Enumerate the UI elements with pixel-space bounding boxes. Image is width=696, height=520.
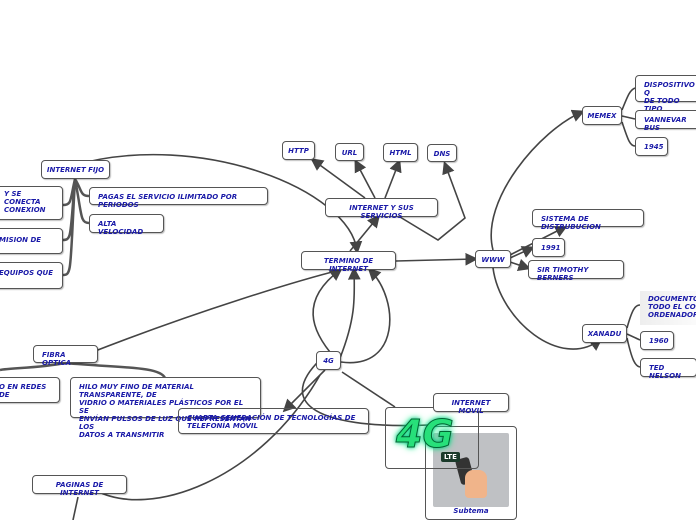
- node-cuarta-generacion[interactable]: CUARTA GENERACIÓN DE TECNOLOGÍAS DE TELE…: [178, 408, 369, 434]
- node-http[interactable]: HTTP: [282, 141, 315, 160]
- lte-badge: LTE: [441, 452, 460, 462]
- node-xanadu[interactable]: XANADU: [582, 324, 627, 343]
- hand-icon: [465, 470, 487, 498]
- node-dispositivo[interactable]: DISPOSITIVO Q DE TODO TIPO: [635, 75, 696, 113]
- node-fijo-detail-3[interactable]: EQUIPOS QUE: [0, 262, 63, 289]
- node-alta-velocidad[interactable]: ALTA VELOCIDAD: [89, 214, 164, 236]
- node-vannevar[interactable]: VANNEVAR BUS: [635, 110, 696, 132]
- subtema-label: Subtema: [453, 507, 489, 515]
- node-fijo-detail-1[interactable]: Y SE CONECTA CONEXION: [0, 186, 63, 220]
- node-fijo-detail-2[interactable]: MISION DE: [0, 228, 63, 254]
- node-dns[interactable]: DNS: [427, 144, 457, 162]
- node-1991[interactable]: 1991: [532, 238, 565, 257]
- node-ted-nelson[interactable]: TED NELSON: [640, 358, 696, 380]
- node-timothy-berners[interactable]: SIR TIMOTHY BERNERS: [528, 260, 624, 282]
- node-1960[interactable]: 1960: [640, 331, 674, 350]
- node-termino-de-internet[interactable]: TERMINO DE INTERNET: [301, 251, 396, 273]
- node-paginas-de-internet[interactable]: PAGINAS DE INTERNET: [32, 475, 127, 497]
- node-www[interactable]: WWW: [475, 250, 511, 268]
- node-internet-fijo[interactable]: INTERNET FIJO: [41, 160, 110, 179]
- node-4g[interactable]: 4G: [316, 351, 341, 370]
- node-html[interactable]: HTML: [383, 143, 418, 162]
- node-internet-y-sus-servicios[interactable]: INTERNET Y SUS SERVICIOS: [325, 198, 438, 220]
- node-fibra-detail[interactable]: O EN REDES DE: [0, 377, 60, 403]
- node-1945[interactable]: 1945: [635, 137, 668, 156]
- node-pagas-servicio[interactable]: PAGAS EL SERVICIO ILIMITADO POR PERIODOS: [89, 187, 268, 209]
- node-memex[interactable]: MEMEX: [582, 106, 622, 125]
- node-internet-movil[interactable]: INTERNET MOVIL: [433, 393, 509, 415]
- node-url[interactable]: URL: [335, 143, 364, 161]
- node-sistema-distribucion[interactable]: SISTEMA DE DISTRUBUCION: [532, 209, 644, 231]
- node-fibra-optica[interactable]: FIBRA OPTICA: [33, 345, 98, 367]
- node-documento[interactable]: DOCUMENTO C TODO EL CONC ORDENADORES: [640, 291, 696, 325]
- 4g-lte-logo: 4G: [396, 412, 455, 457]
